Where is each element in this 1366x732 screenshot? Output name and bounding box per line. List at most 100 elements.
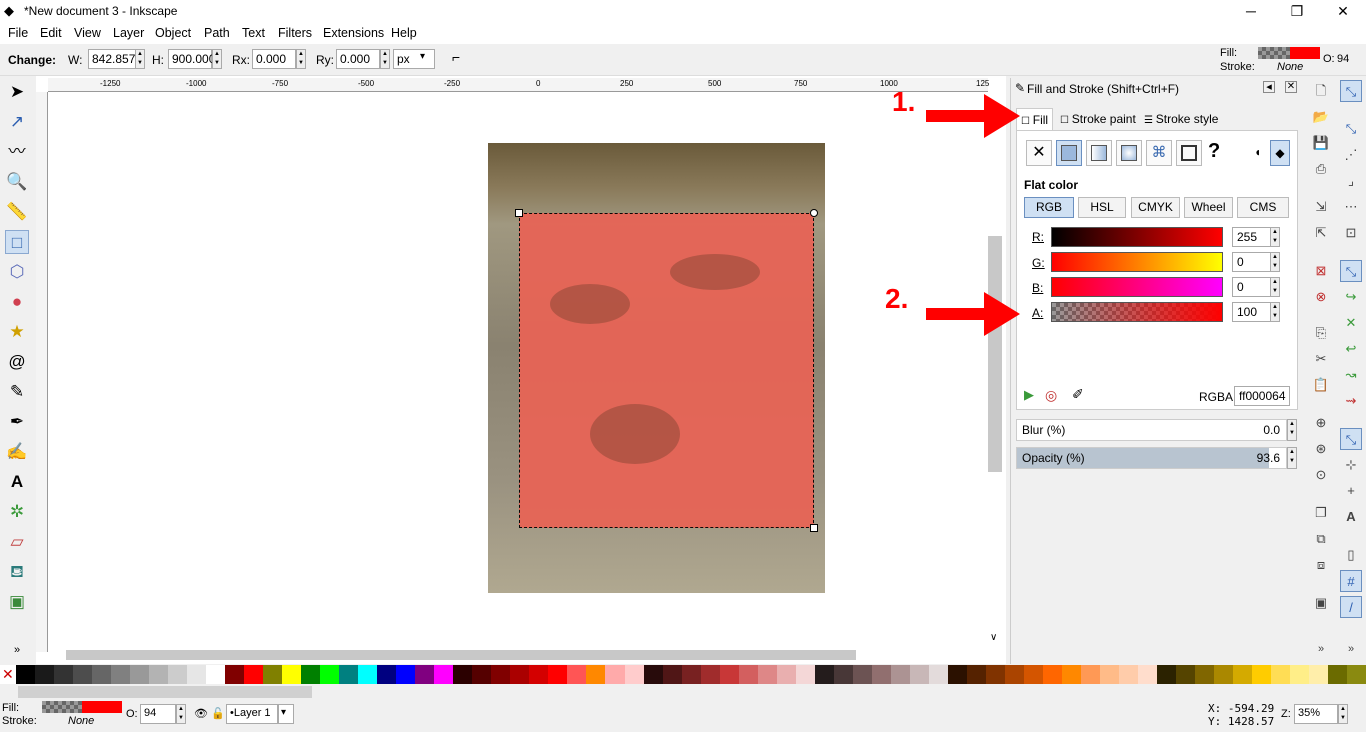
color-picker-icon[interactable]: ✐ — [1072, 386, 1090, 404]
selected-rectangle[interactable] — [519, 213, 814, 528]
status-opacity-stepper[interactable]: ▲ ▼ — [176, 704, 186, 724]
green-value[interactable]: 0 — [1232, 252, 1272, 272]
layer-visibility-icon[interactable]: 👁 — [194, 707, 208, 720]
unit-select[interactable]: px ▾ — [393, 49, 435, 69]
node-tool-icon[interactable]: ↗ — [5, 110, 29, 134]
duplicate-icon[interactable]: ❐ — [1310, 502, 1332, 524]
make-corners-sharp-icon[interactable]: ⌐ — [452, 49, 460, 65]
mode-wheel-button[interactable]: Wheel — [1184, 197, 1233, 218]
ry-input[interactable]: 0.000 — [336, 49, 380, 69]
snap-bbox-midpoint-icon[interactable]: ⋯ — [1340, 196, 1362, 218]
selector-tool-icon[interactable]: ➤ — [5, 80, 29, 104]
more-tools-icon[interactable]: » — [5, 638, 29, 662]
blur-slider[interactable]: Blur (%) 0.0 — [1016, 419, 1287, 441]
menu-path[interactable]: Path — [204, 26, 230, 40]
ellipse-tool-icon[interactable]: ● — [5, 290, 29, 314]
mode-cmyk-button[interactable]: CMYK — [1131, 197, 1180, 218]
snap-bbox-corner-icon[interactable]: ⌟ — [1340, 170, 1362, 192]
menu-text[interactable]: Text — [242, 26, 265, 40]
color-palette[interactable]: ✕ — [0, 665, 1366, 685]
rx-input[interactable]: 0.000 — [252, 49, 296, 69]
copy-icon[interactable]: ⎘ — [1310, 322, 1332, 344]
text-tool-icon[interactable]: A — [5, 470, 29, 494]
snap-bbox-edge-icon[interactable]: ⋰ — [1340, 144, 1362, 166]
blue-stepper[interactable]: ▲ ▼ — [1270, 277, 1280, 297]
3d-box-tool-icon[interactable]: ⬡ — [5, 260, 29, 284]
radius-handle-tr[interactable] — [810, 209, 818, 217]
mode-rgb-button[interactable]: RGB — [1024, 197, 1074, 218]
vertical-scrollbar[interactable] — [988, 236, 1002, 472]
paint-bucket-tool-icon[interactable]: ⛾ — [5, 560, 29, 584]
fill-swatch[interactable] — [1290, 47, 1320, 59]
horizontal-scrollbar[interactable] — [66, 650, 856, 660]
canvas[interactable]: ∨ — [36, 76, 1006, 664]
clone-icon[interactable]: ⧉ — [1310, 528, 1332, 550]
pattern-icon[interactable]: ⌘ — [1146, 140, 1172, 166]
resize-handle-tl[interactable] — [515, 209, 523, 217]
snap-midpoint-icon[interactable]: ⇝ — [1340, 390, 1362, 412]
blue-value[interactable]: 0 — [1232, 277, 1272, 297]
green-stepper[interactable]: ▲ ▼ — [1270, 252, 1280, 272]
fill-rule-evenodd-icon[interactable]: ◖ — [1254, 145, 1261, 159]
unset-paint-icon[interactable]: ? — [1208, 140, 1220, 163]
mode-cms-button[interactable]: CMS — [1237, 197, 1289, 218]
open-icon[interactable]: 📂 — [1310, 106, 1332, 128]
spiral-tool-icon[interactable]: @ — [5, 350, 29, 374]
snap-rotation-center-icon[interactable]: + — [1340, 480, 1362, 502]
layer-select[interactable]: •Layer 1 — [226, 704, 278, 724]
cut-icon[interactable]: ✂ — [1310, 348, 1332, 370]
alpha-slider[interactable] — [1051, 302, 1223, 322]
panel-close-icon[interactable]: ✕ — [1285, 81, 1297, 93]
new-document-icon[interactable]: 🗋 — [1310, 80, 1332, 102]
out-of-gamut-icon[interactable]: ◎ — [1045, 387, 1063, 405]
zoom-input[interactable]: 35% — [1294, 704, 1338, 724]
minimize-button[interactable]: ─ — [1228, 0, 1274, 22]
maximize-button[interactable]: ❐ — [1274, 0, 1320, 22]
pencil-tool-icon[interactable]: ✎ — [5, 380, 29, 404]
print-icon[interactable]: ⎙ — [1310, 158, 1332, 180]
opacity-stepper[interactable]: ▲ ▼ — [1287, 447, 1297, 469]
group-icon[interactable]: ▣ — [1310, 592, 1332, 614]
spray-tool-icon[interactable]: ✲ — [5, 500, 29, 524]
red-stepper[interactable]: ▲ ▼ — [1270, 227, 1280, 247]
calligraphy-tool-icon[interactable]: ✍ — [5, 440, 29, 464]
menu-extensions[interactable]: Extensions — [323, 26, 384, 40]
more-snap-icon[interactable]: » — [1340, 638, 1362, 660]
zoom-selection-icon[interactable]: ⊕ — [1310, 412, 1332, 434]
fill-rule-nonzero-icon[interactable]: ◆ — [1270, 140, 1290, 166]
menu-help[interactable]: Help — [391, 26, 417, 40]
mode-hsl-button[interactable]: HSL — [1078, 197, 1126, 218]
star-tool-icon[interactable]: ★ — [5, 320, 29, 344]
measure-tool-icon[interactable]: 📏 — [5, 200, 29, 224]
snap-guide-icon[interactable]: / — [1340, 596, 1362, 618]
pen-tool-icon[interactable]: ✒ — [5, 410, 29, 434]
layer-dropdown-button[interactable]: ▾ — [278, 704, 294, 724]
height-input[interactable]: 900.000 — [168, 49, 215, 69]
width-stepper[interactable]: ▲ ▼ — [135, 49, 145, 69]
snap-nodes-icon[interactable]: ⤡ — [1340, 260, 1362, 282]
gradient-tool-icon[interactable]: ▣ — [5, 590, 29, 614]
snap-bbox-center-icon[interactable]: ⊡ — [1340, 222, 1362, 244]
green-slider[interactable] — [1051, 252, 1223, 272]
snap-path-icon[interactable]: ↪ — [1340, 286, 1362, 308]
status-scroll[interactable] — [18, 686, 312, 698]
save-icon[interactable]: 💾 — [1310, 132, 1332, 154]
swatch-button[interactable] — [1176, 140, 1202, 166]
snap-others-icon[interactable]: ⤡ — [1340, 428, 1362, 450]
status-fill-checker[interactable] — [42, 701, 82, 713]
menu-object[interactable]: Object — [155, 26, 191, 40]
snap-page-border-icon[interactable]: ▯ — [1340, 544, 1362, 566]
unlink-clone-icon[interactable]: ⧈ — [1310, 554, 1332, 576]
red-value[interactable]: 255 — [1232, 227, 1272, 247]
status-stroke-value[interactable]: None — [68, 715, 94, 727]
rgba-input[interactable]: ff000064 — [1234, 386, 1290, 406]
red-slider[interactable] — [1051, 227, 1223, 247]
width-input[interactable]: 842.857 — [88, 49, 136, 69]
zoom-stepper[interactable]: ▲ ▼ — [1338, 704, 1348, 724]
rectangle-tool-icon[interactable]: □ — [5, 230, 29, 254]
fill-swatch-checker[interactable] — [1258, 47, 1290, 59]
ry-stepper[interactable]: ▲ ▼ — [380, 49, 390, 69]
stroke-indicator-value[interactable]: None — [1277, 61, 1303, 73]
flat-color-button[interactable] — [1056, 140, 1082, 166]
tab-stroke-paint[interactable]: ☐ Stroke paint — [1056, 108, 1140, 130]
